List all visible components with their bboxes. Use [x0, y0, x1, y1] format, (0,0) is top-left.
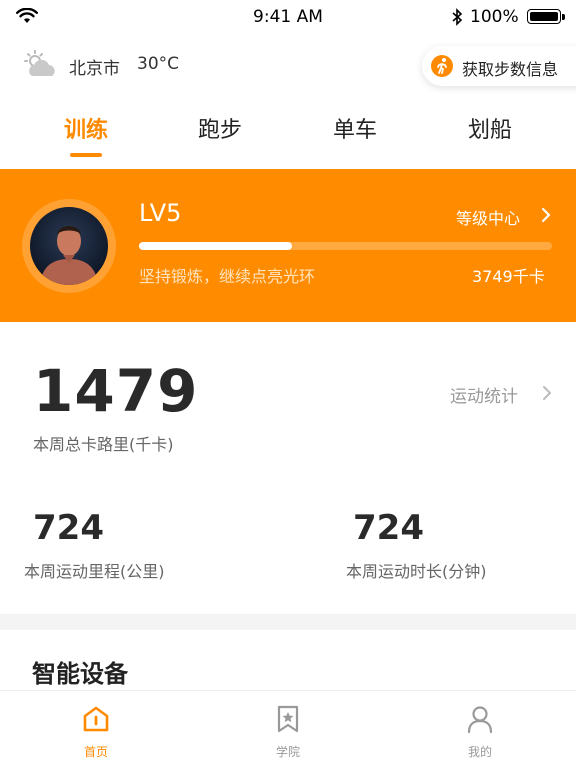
- cloudy-sun-icon: [24, 50, 55, 76]
- level-value: LV5: [139, 199, 182, 227]
- weather-temperature: 30°C: [137, 54, 180, 74]
- weekly-total-kcal: 1479: [33, 357, 199, 425]
- weekly-duration: 724: [353, 508, 424, 548]
- weekly-duration-label: 本周运动时长(分钟): [346, 562, 487, 581]
- smart-devices-title: 智能设备: [32, 660, 128, 688]
- tab-running[interactable]: 跑步: [170, 112, 270, 144]
- tab-cycling[interactable]: 单车: [305, 112, 405, 144]
- nav-home[interactable]: 首页: [0, 691, 192, 769]
- tab-rowing[interactable]: 划船: [440, 112, 540, 144]
- level-progress-fill: [139, 242, 292, 250]
- level-motto: 坚持锻炼，继续点亮光环: [139, 267, 316, 286]
- weekly-distance: 724: [33, 508, 104, 548]
- level-progress-bar: [139, 242, 552, 250]
- weekly-total-kcal-label: 本周总卡路里(千卡): [33, 435, 174, 454]
- chevron-right-icon[interactable]: [541, 384, 553, 402]
- level-calories: 3749千卡: [472, 267, 545, 286]
- bookmark-star-icon: [277, 705, 299, 733]
- get-steps-label: 获取步数信息: [462, 60, 559, 79]
- nav-profile[interactable]: 我的: [384, 691, 576, 769]
- home-icon: [83, 706, 109, 732]
- get-steps-button[interactable]: 获取步数信息: [422, 46, 576, 86]
- exercise-stats-link[interactable]: 运动统计: [450, 382, 518, 407]
- active-tab-indicator: [70, 153, 102, 157]
- weather-city: 北京市: [69, 59, 120, 79]
- section-divider: [0, 614, 576, 630]
- status-bar: 9:41 AM 100%: [0, 0, 576, 34]
- nav-profile-label: 我的: [467, 745, 492, 759]
- tab-training[interactable]: 训练: [36, 112, 136, 144]
- nav-academy-label: 学院: [275, 745, 300, 759]
- bottom-nav: 首页 学院 我的: [0, 690, 576, 769]
- battery-icon: [527, 9, 565, 24]
- user-icon: [467, 706, 493, 734]
- chevron-right-icon[interactable]: [540, 206, 552, 224]
- nav-academy[interactable]: 学院: [192, 691, 384, 769]
- bluetooth-icon: [452, 8, 463, 26]
- weekly-distance-label: 本周运动里程(公里): [24, 562, 165, 581]
- battery-percent: 100%: [470, 7, 519, 27]
- avatar[interactable]: [30, 207, 108, 285]
- nav-home-label: 首页: [83, 745, 108, 759]
- level-center-link[interactable]: 等级中心: [456, 205, 520, 229]
- running-icon: [431, 55, 453, 77]
